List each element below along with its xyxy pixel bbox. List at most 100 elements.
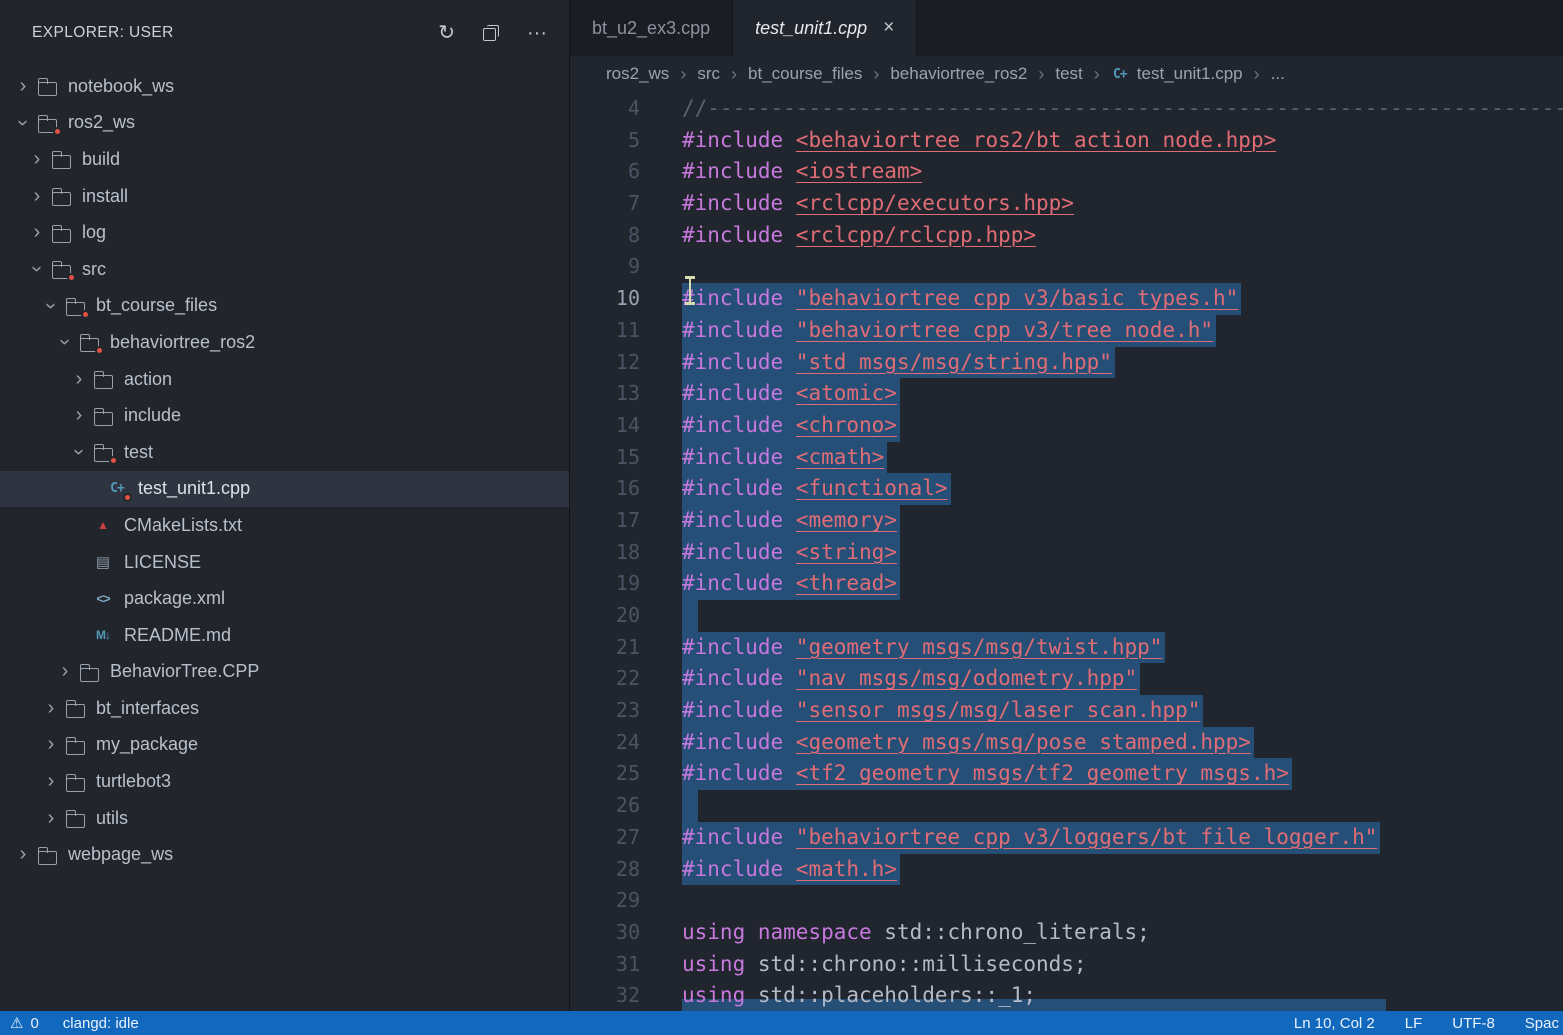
chevron-spacer [66,589,92,609]
code-token: #include [682,635,796,659]
status-spac[interactable]: Spac [1525,1015,1559,1032]
sidebar-item-build[interactable]: ›build [0,141,569,178]
line-number: 19 [570,568,640,600]
warning-count: 0 [30,1015,38,1032]
chevron-down-icon[interactable]: › [27,256,47,282]
code-editor[interactable]: 4//-------------------------------------… [570,92,1563,1011]
sidebar-item-bt-interfaces[interactable]: ›bt_interfaces [0,690,569,727]
chevron-right-icon[interactable]: › [52,662,78,682]
line-text: #include <functional> [682,473,951,505]
code-line-32: 32using std::placeholders::_1; [570,980,1563,1011]
chevron-right-icon[interactable]: › [66,369,92,389]
item-label: CMakeLists.txt [124,515,242,536]
code-line-22: 22#include "nav_msgs/msg/odometry.hpp" [570,663,1563,695]
status-utf-8[interactable]: UTF-8 [1452,1015,1495,1032]
tab-test-unit1-cpp[interactable]: test_unit1.cpp× [733,0,917,56]
breadcrumb-item-item[interactable]: ... [1271,64,1285,84]
line-text: #include <thread> [682,568,900,600]
line-text: using std::placeholders::_1; [682,980,1036,1011]
modified-dot-badge [95,346,104,355]
item-label: utils [96,808,128,829]
code-token: #include [682,571,796,595]
breadcrumb-item-ros2-ws[interactable]: ros2_ws [606,64,669,84]
chevron-right-icon[interactable]: › [38,808,64,828]
sidebar-item-cmakelists-txt[interactable]: ▲CMakeLists.txt [0,507,569,544]
chevron-down-icon[interactable]: › [69,439,89,465]
code-token: <functional> [796,476,948,500]
code-line-9: 9 [570,251,1563,283]
folder-icon [64,297,86,315]
chevron-down-icon[interactable]: › [55,329,75,355]
status-lf[interactable]: LF [1405,1015,1423,1032]
status-ln-10-col-2[interactable]: Ln 10, Col 2 [1294,1015,1375,1032]
sidebar-item-my-package[interactable]: ›my_package [0,727,569,764]
sidebar-item-package-xml[interactable]: <>package.xml [0,580,569,617]
sidebar-item-src[interactable]: ›src [0,251,569,288]
code-token: #include [682,318,796,342]
sidebar-item-log[interactable]: ›log [0,214,569,251]
line-number: 6 [570,156,640,188]
sidebar-item-bt-course-files[interactable]: ›bt_course_files [0,288,569,325]
code-line-20: 20 [570,600,1563,632]
clangd-status[interactable]: clangd: idle [63,1015,139,1032]
code-token: "behaviortree_cpp_v3/basic_types.h" [796,286,1239,310]
code-line-28: 28#include <math.h> [570,854,1563,886]
code-token: using [682,920,758,944]
chevron-down-icon[interactable]: › [13,110,33,136]
sidebar-item-license[interactable]: ▤LICENSE [0,544,569,581]
close-icon[interactable]: × [883,17,894,39]
breadcrumb-label: src [697,64,720,84]
chevron-right-icon[interactable]: › [24,186,50,206]
folder-icon [50,187,72,205]
breadcrumb-label: test [1055,64,1082,84]
chevron-right-icon[interactable]: › [24,223,50,243]
sidebar-item-test-unit1-cpp[interactable]: C+test_unit1.cpp [0,471,569,508]
breadcrumb-item-behaviortree-ros2[interactable]: behaviortree_ros2 [890,64,1027,84]
chevron-right-icon[interactable]: › [38,772,64,792]
tab-bt-u2-ex3-cpp[interactable]: bt_u2_ex3.cpp [570,0,733,56]
chevron-right-icon[interactable]: › [38,735,64,755]
line-text: using namespace std::chrono_literals; [682,917,1150,949]
chevron-right-icon[interactable]: › [10,845,36,865]
chevron-right-icon[interactable]: › [38,698,64,718]
code-token: "std_msgs/msg/string.hpp" [796,350,1112,374]
chevron-right-icon[interactable]: › [66,406,92,426]
breadcrumb-item-test-unit1-cpp[interactable]: C+test_unit1.cpp [1111,64,1243,84]
chevron-right-icon[interactable]: › [24,149,50,169]
line-number: 29 [570,885,640,917]
problems-indicator[interactable]: ⚠ 0 [10,1014,39,1032]
collapse-folders-icon[interactable] [483,25,499,41]
explorer-actions: ↻ ··· [438,23,547,43]
vscode-window: EXPLORER: USER ↻ ··· ›notebook_ws›ros2_w… [0,0,1563,1035]
refresh-icon[interactable]: ↻ [438,23,455,43]
sidebar-item-behaviortree-cpp[interactable]: ›BehaviorTree.CPP [0,654,569,691]
chevron-right-icon[interactable]: › [10,76,36,96]
folder-icon [78,333,100,351]
code-token: #include [682,413,796,437]
sidebar-item-ros2-ws[interactable]: ›ros2_ws [0,105,569,142]
breadcrumb-item-test[interactable]: test [1055,64,1082,84]
sidebar-item-include[interactable]: ›include [0,397,569,434]
sidebar-item-behaviortree-ros2[interactable]: ›behaviortree_ros2 [0,324,569,361]
breadcrumb-item-src[interactable]: src [697,64,720,84]
breadcrumb: ros2_ws›src›bt_course_files›behaviortree… [570,56,1563,92]
sidebar-item-utils[interactable]: › utils [0,800,569,837]
sidebar-item-install[interactable]: ›install [0,178,569,215]
chevron-down-icon[interactable]: › [41,293,61,319]
folder-icon [36,77,58,95]
sidebar-item-turtlebot3[interactable]: ›turtlebot3 [0,763,569,800]
sidebar-item-action[interactable]: ›action [0,361,569,398]
code-token: #include [682,381,796,405]
breadcrumb-separator-icon: › [873,64,879,85]
more-actions-icon[interactable]: ··· [527,23,547,43]
folder-icon [64,699,86,717]
code-token: using [682,983,758,1007]
code-line-31: 31using std::chrono::milliseconds; [570,949,1563,981]
breadcrumb-item-bt-course-files[interactable]: bt_course_files [748,64,862,84]
sidebar-item-readme-md[interactable]: M↓README.md [0,617,569,654]
sidebar-item-webpage-ws[interactable]: ›webpage_ws [0,836,569,873]
folder-icon [92,443,114,461]
item-label: test [124,442,153,463]
sidebar-item-notebook-ws[interactable]: ›notebook_ws [0,68,569,105]
sidebar-item-test[interactable]: › test [0,434,569,471]
